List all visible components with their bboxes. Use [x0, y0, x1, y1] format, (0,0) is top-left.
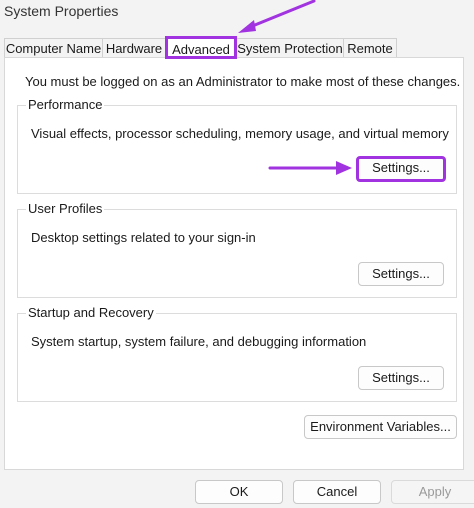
tab-advanced[interactable]: Advanced [165, 36, 237, 59]
tab-remote[interactable]: Remote [343, 38, 397, 57]
performance-settings-button[interactable]: Settings... [356, 156, 446, 182]
startup-recovery-group-title: Startup and Recovery [26, 305, 156, 320]
admin-notice: You must be logged on as an Administrato… [25, 74, 461, 89]
user-profiles-settings-button[interactable]: Settings... [358, 262, 444, 286]
tab-hardware[interactable]: Hardware [102, 38, 166, 57]
cancel-button[interactable]: Cancel [293, 480, 381, 504]
window-title: System Properties [4, 3, 119, 19]
title-bar: System Properties [0, 0, 474, 28]
performance-description: Visual effects, processor scheduling, me… [31, 126, 449, 141]
user-profiles-group: User Profiles Desktop settings related t… [17, 201, 457, 298]
performance-group: Performance Visual effects, processor sc… [17, 97, 457, 194]
user-profiles-description: Desktop settings related to your sign-in [31, 230, 256, 245]
performance-group-title: Performance [26, 97, 105, 112]
advanced-tab-panel: You must be logged on as an Administrato… [4, 57, 464, 470]
startup-recovery-settings-button[interactable]: Settings... [358, 366, 444, 390]
tab-system-protection[interactable]: System Protection [236, 38, 344, 57]
startup-recovery-group: Startup and Recovery System startup, sys… [17, 305, 457, 402]
apply-button[interactable]: Apply [391, 480, 474, 504]
environment-variables-button[interactable]: Environment Variables... [304, 415, 457, 439]
user-profiles-group-title: User Profiles [26, 201, 105, 216]
startup-recovery-description: System startup, system failure, and debu… [31, 334, 367, 349]
system-properties-window: System Properties Computer Name Hardware… [0, 0, 474, 508]
tab-computer-name[interactable]: Computer Name [4, 38, 103, 57]
ok-button[interactable]: OK [195, 480, 283, 504]
tab-strip: Computer Name Hardware Advanced System P… [0, 36, 474, 59]
